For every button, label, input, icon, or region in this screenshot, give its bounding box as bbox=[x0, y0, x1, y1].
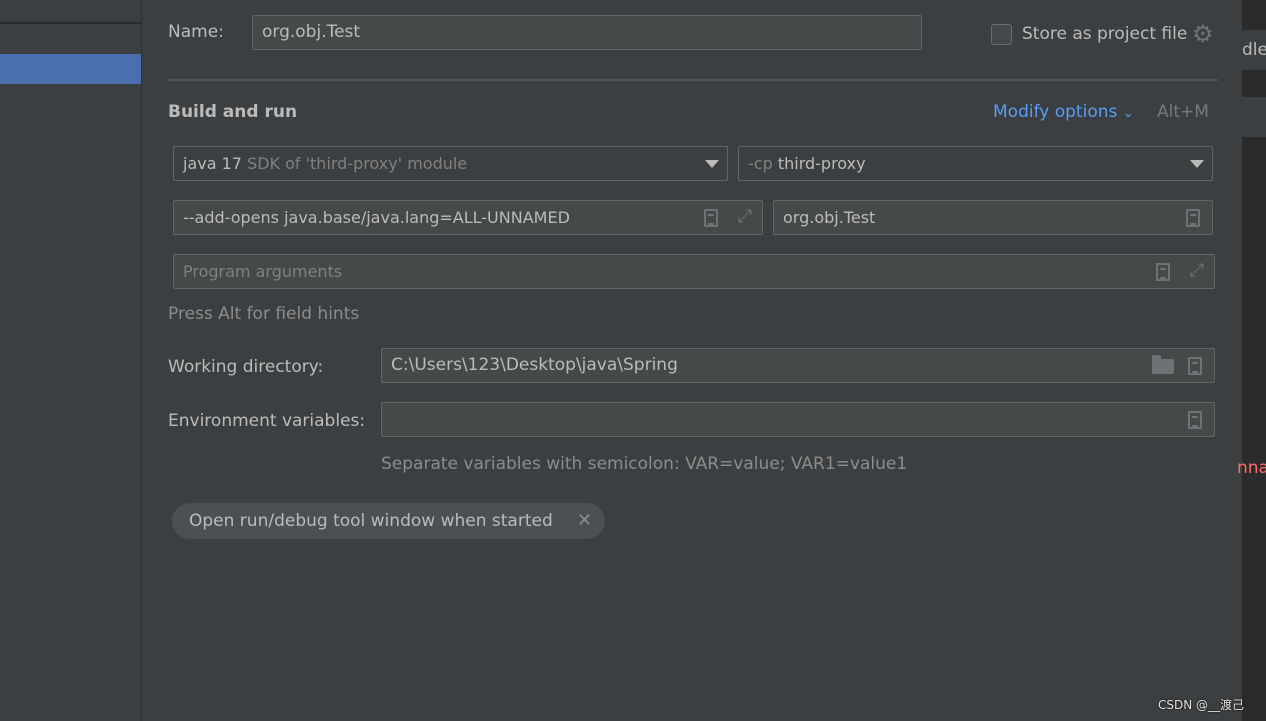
program-arguments-placeholder: Program arguments bbox=[183, 262, 343, 281]
field-hints-text: Press Alt for field hints bbox=[168, 304, 360, 324]
background-tab: dler bbox=[1242, 30, 1266, 70]
background-panel bbox=[1242, 97, 1266, 137]
close-icon[interactable]: ✕ bbox=[577, 503, 592, 539]
classpath-value: third-proxy bbox=[777, 154, 866, 173]
document-icon[interactable] bbox=[1188, 411, 1202, 429]
expand-icon[interactable]: ⤢ bbox=[738, 207, 752, 227]
classpath-select[interactable]: -cp third-proxy bbox=[738, 146, 1213, 181]
watermark: CSDN @__渡己 bbox=[1158, 698, 1245, 712]
gear-icon[interactable]: ⚙ bbox=[1192, 20, 1214, 48]
jre-hint: SDK of 'third-proxy' module bbox=[247, 154, 468, 173]
expand-icon[interactable]: ⤢ bbox=[1190, 261, 1204, 281]
working-directory-label: Working directory: bbox=[168, 357, 324, 377]
tag-label: Open run/debug tool window when started bbox=[189, 511, 553, 531]
environment-variables-hint: Separate variables with semicolon: VAR=v… bbox=[381, 454, 908, 474]
working-directory-value: C:\Users\123\Desktop\java\Spring bbox=[391, 355, 678, 375]
vm-options-value: --add-opens java.base/java.lang=ALL-UNNA… bbox=[183, 208, 570, 227]
document-icon[interactable] bbox=[1188, 357, 1202, 375]
name-input[interactable]: org.obj.Test bbox=[252, 15, 922, 50]
modify-options-link[interactable]: Modify options ⌄ bbox=[993, 102, 1134, 122]
working-directory-input[interactable]: C:\Users\123\Desktop\java\Spring bbox=[381, 348, 1215, 383]
jre-value: java 17 bbox=[183, 154, 242, 173]
vm-options-input[interactable]: --add-opens java.base/java.lang=ALL-UNNA… bbox=[173, 200, 763, 235]
config-tree-sidebar bbox=[0, 0, 142, 721]
background-error-text: nna bbox=[1237, 458, 1266, 478]
selected-config-item[interactable] bbox=[0, 54, 141, 84]
modify-options-label: Modify options bbox=[993, 102, 1118, 122]
dropdown-arrow-icon bbox=[705, 160, 719, 168]
classpath-prefix: -cp bbox=[748, 154, 773, 173]
open-tool-window-tag[interactable]: Open run/debug tool window when started … bbox=[172, 503, 605, 539]
background-editor: dler nna bbox=[1237, 0, 1266, 721]
dropdown-arrow-icon bbox=[1190, 160, 1204, 168]
chevron-down-icon: ⌄ bbox=[1122, 106, 1134, 121]
document-icon[interactable] bbox=[1186, 209, 1200, 227]
program-arguments-input[interactable]: Program arguments ⤢ bbox=[173, 254, 1215, 289]
main-class-input[interactable]: org.obj.Test bbox=[773, 200, 1213, 235]
document-icon[interactable] bbox=[1156, 263, 1170, 281]
separator bbox=[168, 79, 1218, 81]
shortcut-hint: Alt+M bbox=[1157, 102, 1209, 122]
environment-variables-label: Environment variables: bbox=[168, 411, 366, 431]
store-project-file-label[interactable]: Store as project file bbox=[1022, 24, 1187, 44]
jre-select[interactable]: java 17 SDK of 'third-proxy' module bbox=[173, 146, 728, 181]
document-icon[interactable] bbox=[704, 209, 718, 227]
divider bbox=[0, 22, 142, 24]
name-value: org.obj.Test bbox=[262, 22, 361, 42]
folder-icon[interactable] bbox=[1152, 355, 1174, 374]
name-label: Name: bbox=[168, 22, 224, 42]
store-project-file-checkbox[interactable] bbox=[991, 24, 1012, 45]
main-class-value: org.obj.Test bbox=[783, 208, 876, 227]
section-title: Build and run bbox=[168, 102, 298, 122]
environment-variables-input[interactable] bbox=[381, 402, 1215, 437]
